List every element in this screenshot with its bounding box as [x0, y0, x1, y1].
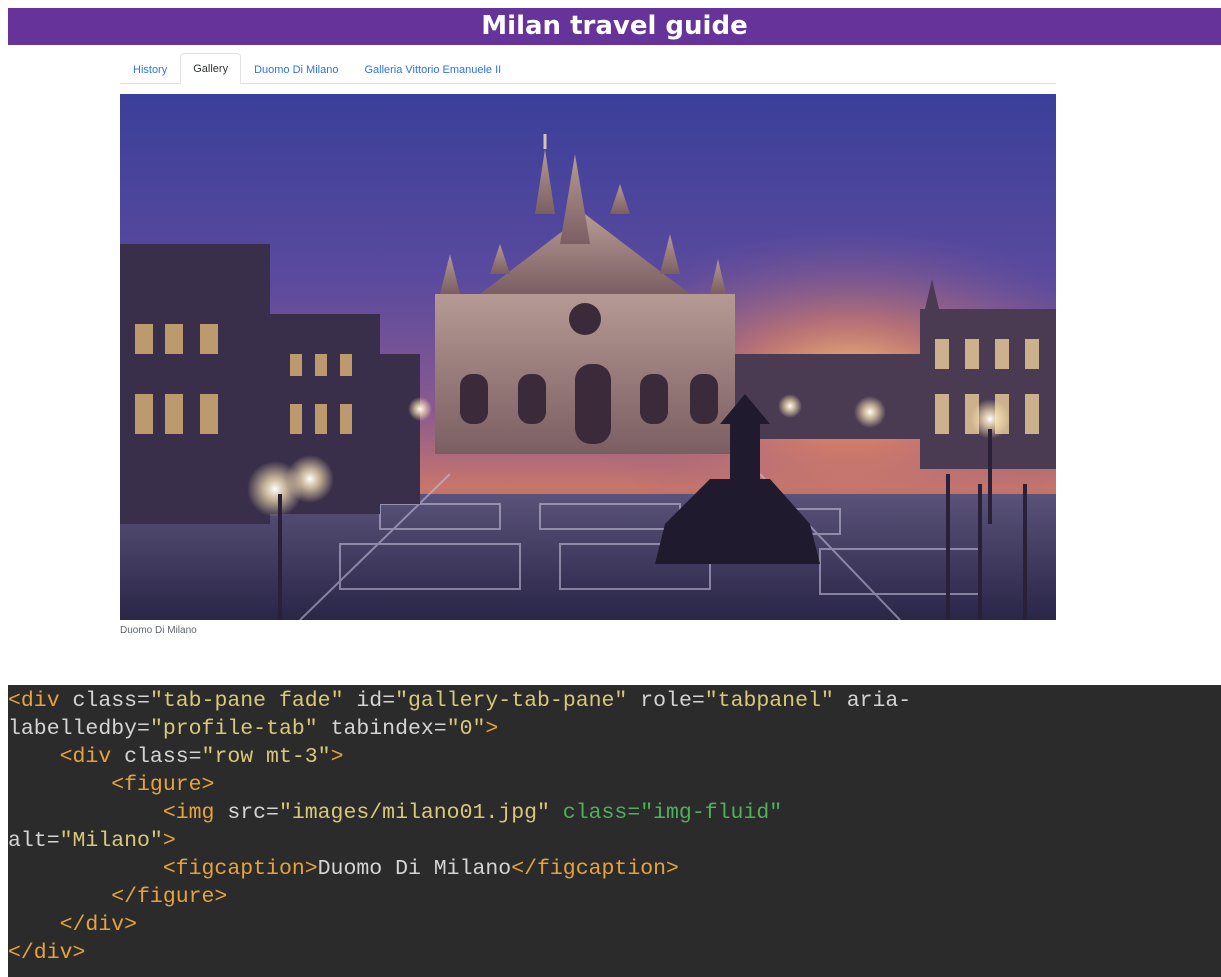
- gallery-figure: Duomo Di Milano: [120, 94, 1056, 636]
- code-token: labelledby=: [8, 717, 150, 741]
- code-token: <figure>: [111, 773, 215, 797]
- code-line: </div>: [8, 939, 1221, 967]
- code-line: labelledby="profile-tab" tabindex="0">: [8, 715, 1221, 743]
- code-token: >: [162, 829, 176, 853]
- code-token: aria-: [833, 689, 912, 713]
- code-token: class=: [111, 745, 202, 769]
- code-token: "images/milano01.jpg": [278, 801, 550, 825]
- code-token: role=: [627, 689, 705, 713]
- code-line: <div class="row mt-3">: [8, 743, 1221, 771]
- code-token: "tab-pane fade": [149, 689, 344, 713]
- page-title: Milan travel guide: [481, 11, 748, 41]
- code-line: </div>: [8, 911, 1221, 939]
- tab-bar: History Gallery Duomo Di Milano Galleria…: [120, 53, 1056, 84]
- code-line: <img src="images/milano01.jpg" class="im…: [8, 799, 1221, 827]
- code-token: "gallery-tab-pane": [395, 689, 628, 713]
- code-line: <div class="tab-pane fade" id="gallery-t…: [8, 687, 1221, 715]
- code-block: <div class="tab-pane fade" id="gallery-t…: [8, 685, 1221, 977]
- code-token: src=: [214, 801, 279, 825]
- code-token: </div>: [8, 941, 86, 965]
- code-token: >: [485, 717, 499, 741]
- code-token: Duomo Di Milano: [317, 857, 512, 881]
- figure-caption: Duomo Di Milano: [120, 625, 197, 636]
- code-token: >: [330, 745, 344, 769]
- page-header: Milan travel guide: [8, 8, 1221, 45]
- tab-history[interactable]: History: [120, 54, 180, 83]
- code-token: class=: [59, 689, 150, 713]
- tab-duomo-di-milano[interactable]: Duomo Di Milano: [241, 54, 351, 83]
- code-token: <figcaption>: [162, 857, 318, 881]
- code-token: <div: [8, 689, 60, 713]
- code-token: <img: [162, 801, 215, 825]
- code-line: <figure>: [8, 771, 1221, 799]
- code-token: <div: [59, 745, 112, 769]
- code-line: </figure>: [8, 883, 1221, 911]
- code-token: </div>: [59, 913, 138, 937]
- code-token: class="img-fluid": [549, 801, 783, 825]
- code-token: </figcaption>: [511, 857, 679, 881]
- tab-galleria-vittorio-emanuele[interactable]: Galleria Vittorio Emanuele II: [351, 54, 514, 83]
- code-token: "Milano": [59, 829, 163, 853]
- code-token: "row mt-3": [201, 745, 331, 769]
- code-token: "tabpanel": [704, 689, 834, 713]
- code-token: alt=: [8, 829, 60, 853]
- tab-gallery[interactable]: Gallery: [180, 53, 242, 84]
- duomo-photo: [120, 94, 1056, 620]
- code-token: "0": [446, 717, 486, 741]
- code-token: tabindex=: [317, 717, 447, 741]
- code-token: </figure>: [111, 885, 228, 909]
- code-line: alt="Milano">: [8, 827, 1221, 855]
- code-token: "profile-tab": [149, 717, 318, 741]
- code-token: id=: [343, 689, 396, 713]
- code-line: <figcaption>Duomo Di Milano</figcaption>: [8, 855, 1221, 883]
